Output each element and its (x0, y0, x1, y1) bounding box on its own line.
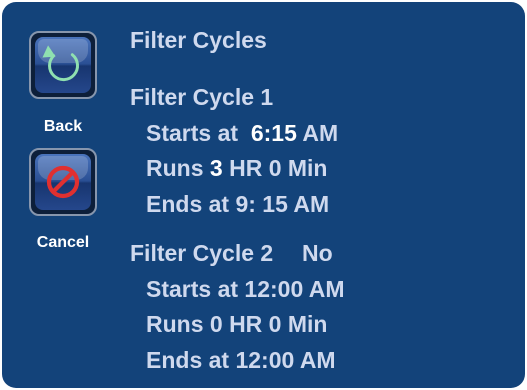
cycle-2-ends: Ends at 12:00 AM (146, 347, 336, 373)
cycle-1-start-prefix: Starts at (146, 120, 239, 146)
back-arrow-icon (42, 45, 80, 82)
back-button[interactable] (29, 31, 97, 99)
cycle-1-start-ampm: AM (302, 120, 339, 146)
cycle-1-start-row: Starts at 6:15 AM (146, 120, 338, 147)
cancel-label: Cancel (36, 234, 90, 251)
filter-cycle-2-row: Filter Cycle 2 No (130, 240, 333, 267)
cycle-1-runs-hours[interactable]: 3 (210, 155, 223, 181)
cancel-icon (46, 165, 80, 199)
cycle-1-ends: Ends at 9: 15 AM (146, 191, 330, 217)
cycle-1-runs-prefix: Runs (146, 155, 204, 181)
page-title: Filter Cycles (130, 27, 267, 53)
spa-control-panel: Back Cancel Filter Cycles Filter Cycle 1… (2, 2, 525, 388)
filter-cycle-2-heading: Filter Cycle 2 (130, 240, 274, 266)
cycle-1-runs-row: Runs 3 HR 0 Min (146, 155, 327, 182)
back-label: Back (43, 118, 83, 135)
filter-cycle-1-heading: Filter Cycle 1 (130, 84, 274, 110)
cycle-1-runs-suffix: HR 0 Min (229, 155, 328, 181)
cycle-2-runs: Runs 0 HR 0 Min (146, 311, 328, 337)
filter-cycle-2-enabled[interactable]: No (302, 240, 333, 266)
cycle-1-start-time[interactable]: 6:15 (251, 120, 297, 146)
cancel-button[interactable] (29, 148, 97, 216)
cycle-2-starts: Starts at 12:00 AM (146, 276, 345, 302)
